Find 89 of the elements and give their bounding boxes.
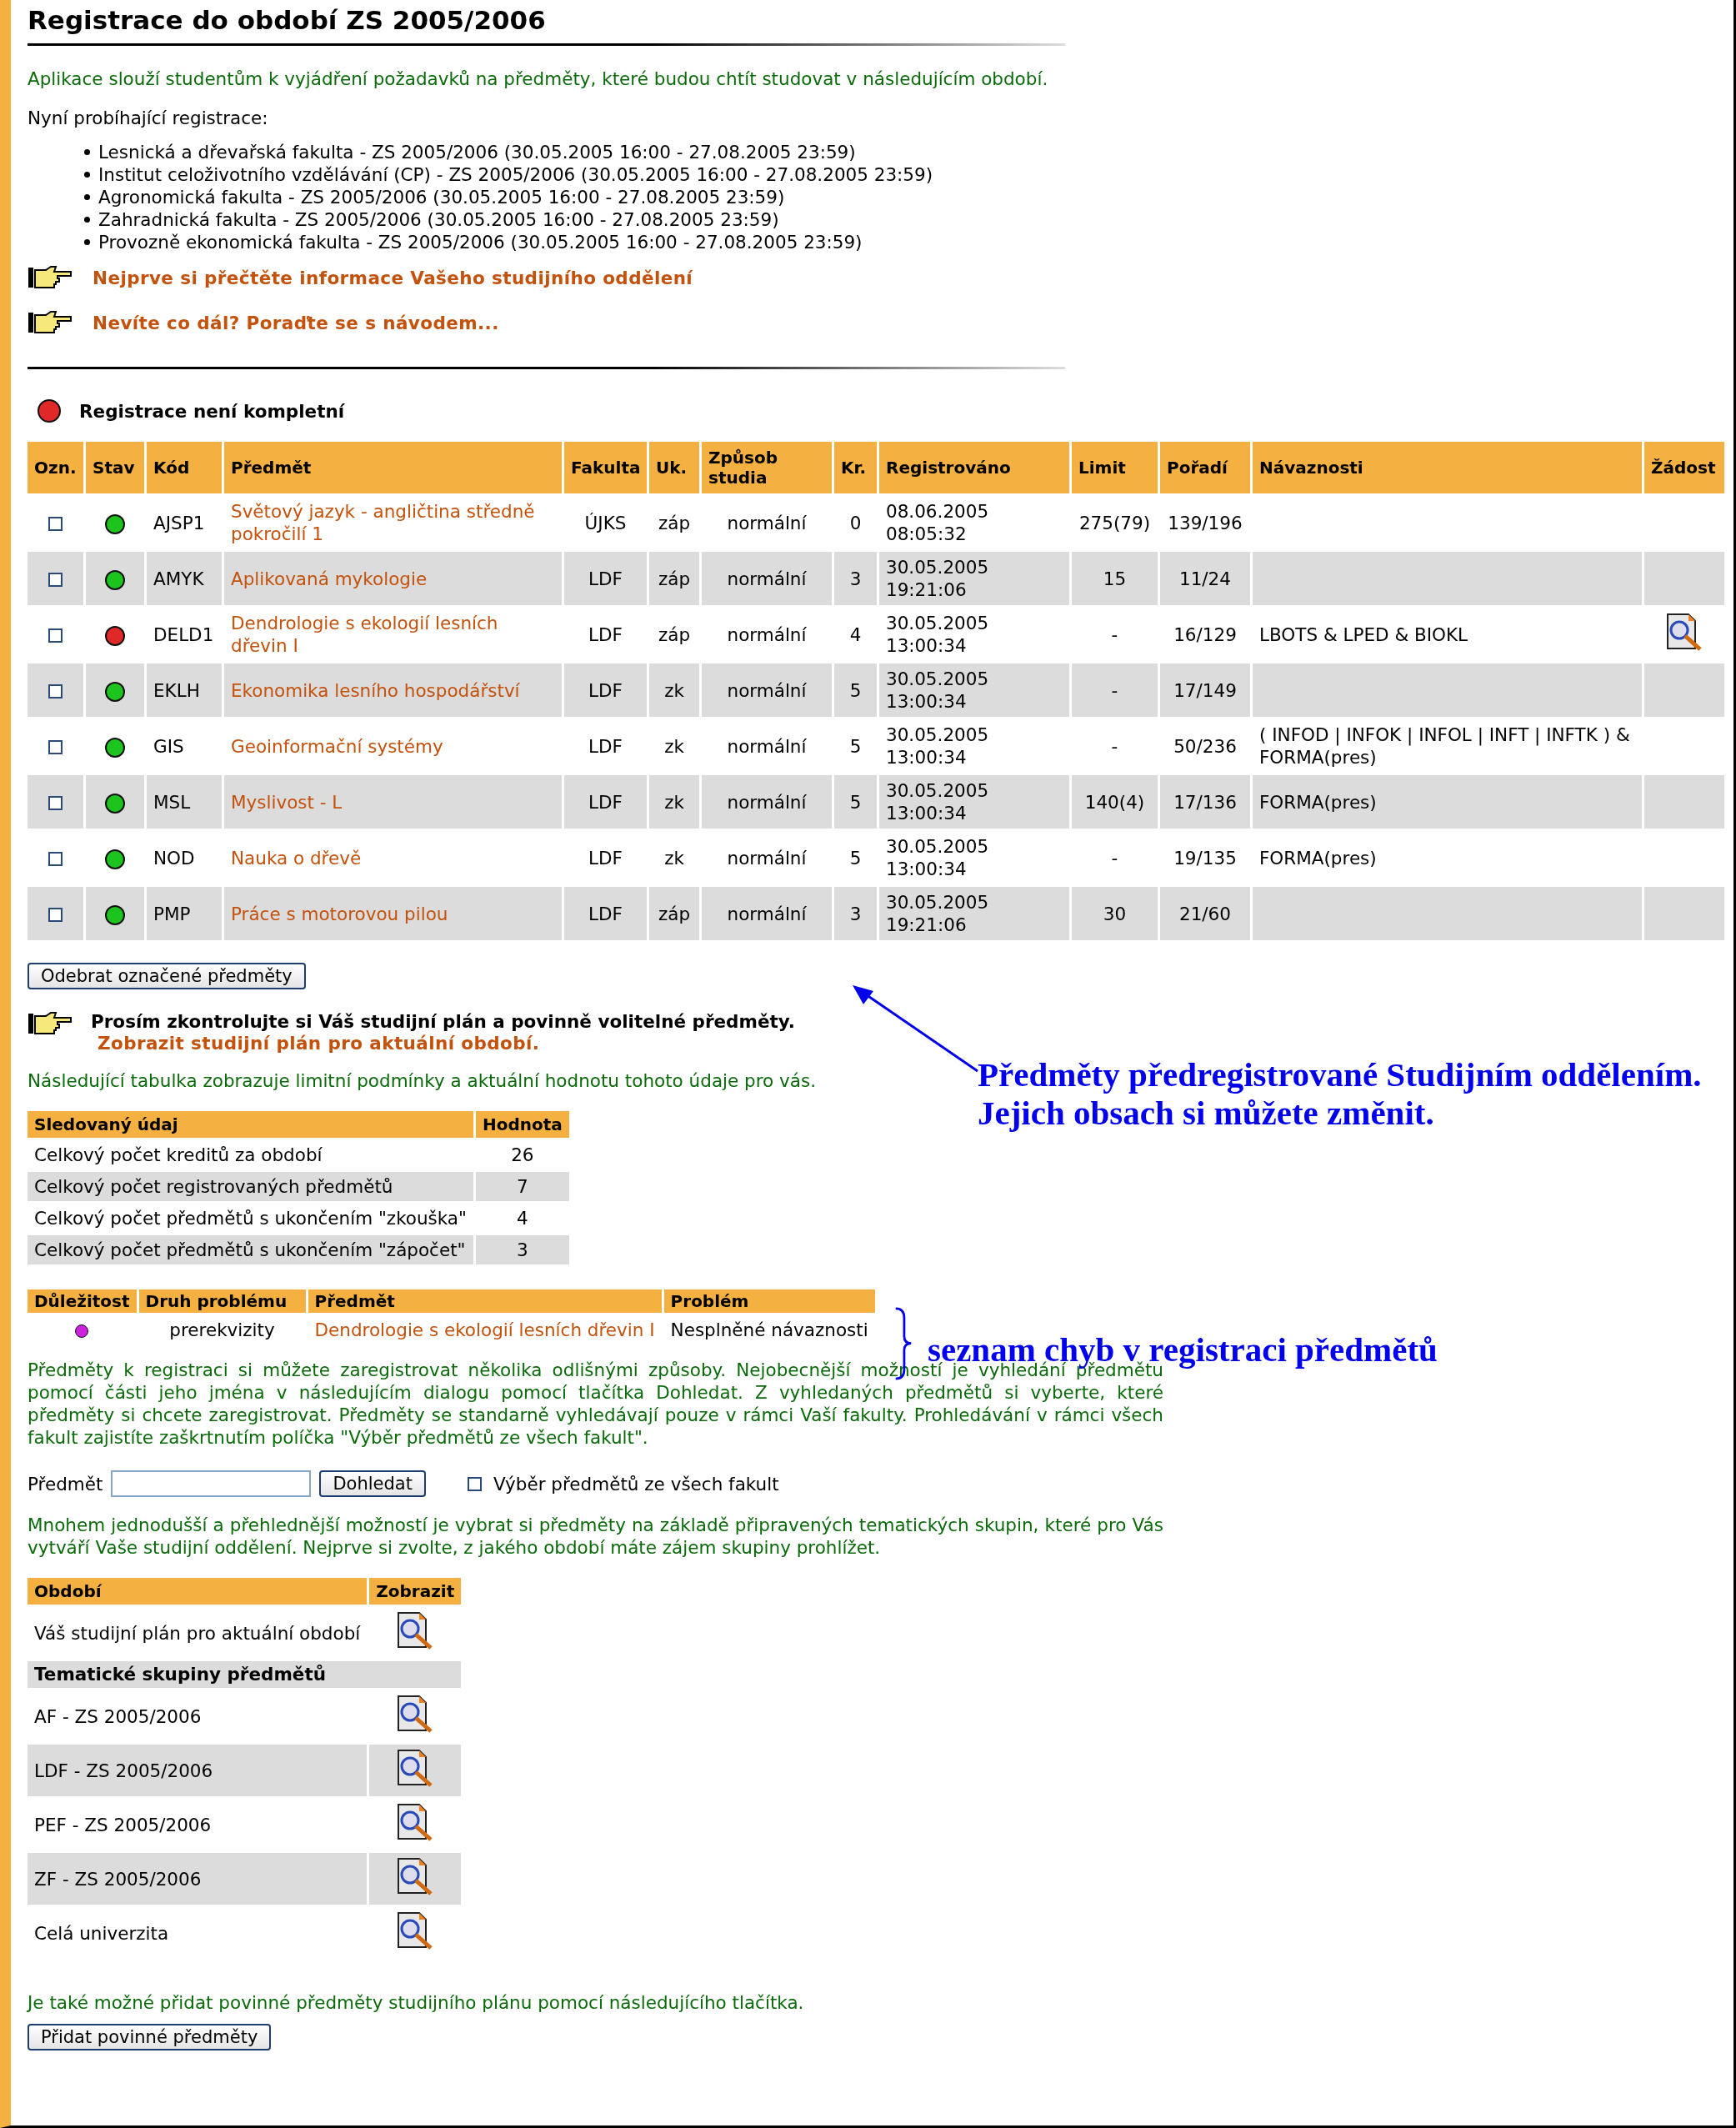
table-cell: normální <box>702 887 832 940</box>
notice-text: Prosím zkontrolujte si Váš studijní plán a povinně volitelné předměty. <box>91 1011 795 1033</box>
column-header: Pořadí <box>1160 442 1250 493</box>
course-link[interactable]: Dendrologie s ekologií lesních dřevin I <box>231 612 555 657</box>
table-cell: 30.05.2005 13:00:34 <box>879 775 1069 829</box>
registration-item: Lesnická a dřevařská fakulta - ZS 2005/2006 (30.05.2005 16:00 - 27.08.2005 23:59) <box>98 141 856 163</box>
table-cell: FORMA(pres) <box>1253 775 1642 829</box>
table-cell: Celkový počet předmětů s ukončením "zápočet" <box>28 1235 473 1264</box>
table-cell: 21/60 <box>1160 887 1250 940</box>
checkbox-label: Výběr předmětů ze všech fakult <box>493 1473 779 1495</box>
column-header: Registrováno <box>879 442 1069 493</box>
table-cell: LDF <box>564 775 647 829</box>
table-cell: normální <box>702 775 832 829</box>
table-cell: 3 <box>475 1235 569 1264</box>
table-cell: 17/149 <box>1160 663 1250 717</box>
table-cell: MSL <box>147 775 222 829</box>
column-header: Limit <box>1072 442 1158 493</box>
status-text: Registrace není kompletní <box>79 400 345 422</box>
table-cell: zk <box>649 775 699 829</box>
column-header: Zobrazit <box>369 1578 462 1605</box>
study-plan-link[interactable]: Zobrazit studijní plán pro aktuální období. <box>98 1033 795 1054</box>
table-cell: EKLH <box>147 663 222 717</box>
add-intro-text: Je také možné přidat povinné předměty studijního plánu pomocí následujícího tlačítka. <box>28 1991 804 2014</box>
column-header: Důležitost <box>28 1289 137 1313</box>
table-cell: 15 <box>1072 552 1158 605</box>
table-cell: záp <box>649 887 699 940</box>
table-cell: ZF - ZS 2005/2006 <box>28 1853 368 1905</box>
column-header: Způsob studia <box>702 442 832 493</box>
group-header: Tematické skupiny předmětů <box>28 1661 462 1688</box>
column-header: Druh problému <box>138 1289 306 1313</box>
table-cell: 7 <box>475 1172 569 1201</box>
table-cell: AMYK <box>147 552 222 605</box>
column-header: Ozn. <box>28 442 83 493</box>
add-required-button[interactable]: Přidat povinné předměty <box>28 2024 272 2050</box>
column-header: Uk. <box>649 442 699 493</box>
column-header: Období <box>28 1578 368 1605</box>
registration-item: Institut celoživotního vzdělávání (CP) - ZS 2005/2006 (30.05.2005 16:00 - 27.08.2005 23:59) <box>98 163 933 186</box>
column-header: Žádost <box>1644 442 1724 493</box>
limits-intro-text: Následující tabulka zobrazuje limitní podmínky a aktuální hodnotu tohoto údaje pro vás. <box>28 1069 817 1092</box>
table-cell: 3 <box>834 552 877 605</box>
groups-intro-text: Mnohem jednodušší a přehlednější možností je vybrat si předměty na základě připravených tematických skupin, které pro Vás vytváří Vaše studijní oddělení. Nejprve si zvolte, z jakého období máte zájem skupiny prohlížet. <box>28 1514 1163 1559</box>
table-cell: PMP <box>147 887 222 940</box>
table-cell: LDF <box>564 887 647 940</box>
table-cell: 5 <box>834 775 877 829</box>
table-cell: 30 <box>1072 887 1158 940</box>
table-cell: LDF - ZS 2005/2006 <box>28 1745 368 1796</box>
search-button[interactable]: Dohledat <box>319 1470 426 1497</box>
column-header: Předmět <box>308 1289 662 1313</box>
column-header: Stav <box>86 442 144 493</box>
table-cell: - <box>1072 663 1158 717</box>
search-label: Předmět <box>28 1473 103 1495</box>
table-cell: normální <box>702 663 832 717</box>
table-cell: 30.05.2005 19:21:06 <box>879 552 1069 605</box>
table-cell: 30.05.2005 19:21:06 <box>879 887 1069 940</box>
table-cell: normální <box>702 552 832 605</box>
registrations-label: Nyní probíhající registrace: <box>28 107 269 129</box>
column-header: Návaznosti <box>1253 442 1642 493</box>
remove-selected-button[interactable]: Odebrat označené předměty <box>28 963 306 989</box>
column-header: Fakulta <box>564 442 647 493</box>
table-cell: LDF <box>564 552 647 605</box>
column-header: Kód <box>147 442 222 493</box>
annotation-text: Předměty předregistrované Studijním oddělením. <box>978 1055 1702 1094</box>
table-cell: 5 <box>834 663 877 717</box>
column-header: Problém <box>663 1289 875 1313</box>
table-cell: zk <box>649 663 699 717</box>
table-cell: 3 <box>834 887 877 940</box>
info-link[interactable]: Nevíte co dál? Poraďte se s návodem... <box>93 312 499 333</box>
column-header: Předmět <box>224 442 562 493</box>
intro-text: Aplikace slouží studentům k vyjádření požadavků na předměty, které budou chtít studovat v následujícím období. <box>28 68 1048 90</box>
table-cell: 140(4) <box>1072 775 1158 829</box>
table-cell: LDF <box>564 663 647 717</box>
info-link[interactable]: Nejprve si přečtěte informace Vašeho studijního oddělení <box>93 267 693 288</box>
course-link[interactable]: Světový jazyk - angličtina středně pokročilí 1 <box>231 500 555 545</box>
registration-item: Provozně ekonomická fakulta - ZS 2005/2006 (30.05.2005 16:00 - 27.08.2005 23:59) <box>98 231 863 253</box>
table-cell: 30.05.2005 13:00:34 <box>879 663 1069 717</box>
column-header: Kr. <box>834 442 877 493</box>
registration-item: Zahradnická fakulta - ZS 2005/2006 (30.05.2005 16:00 - 27.08.2005 23:59) <box>98 208 779 231</box>
table-cell: 11/24 <box>1160 552 1250 605</box>
page-title: Registrace do období ZS 2005/2006 <box>28 5 547 37</box>
course-link[interactable]: Geoinformační systémy <box>231 734 555 758</box>
table-cell: Celkový počet registrovaných předmětů <box>28 1172 473 1201</box>
table-cell: 17/136 <box>1160 775 1250 829</box>
annotation-text: Jejich obsach si můžete změnit. <box>978 1094 1435 1132</box>
course-link[interactable]: Nauka o dřevě <box>231 846 555 869</box>
course-link[interactable]: Dendrologie s ekologií lesních dřevin I <box>314 1319 655 1341</box>
table-cell: záp <box>649 552 699 605</box>
column-header: Hodnota <box>475 1111 569 1138</box>
column-header: Sledovaný údaj <box>28 1111 473 1138</box>
registration-item: Agronomická fakulta - ZS 2005/2006 (30.05.2005 16:00 - 27.08.2005 23:59) <box>98 186 785 208</box>
